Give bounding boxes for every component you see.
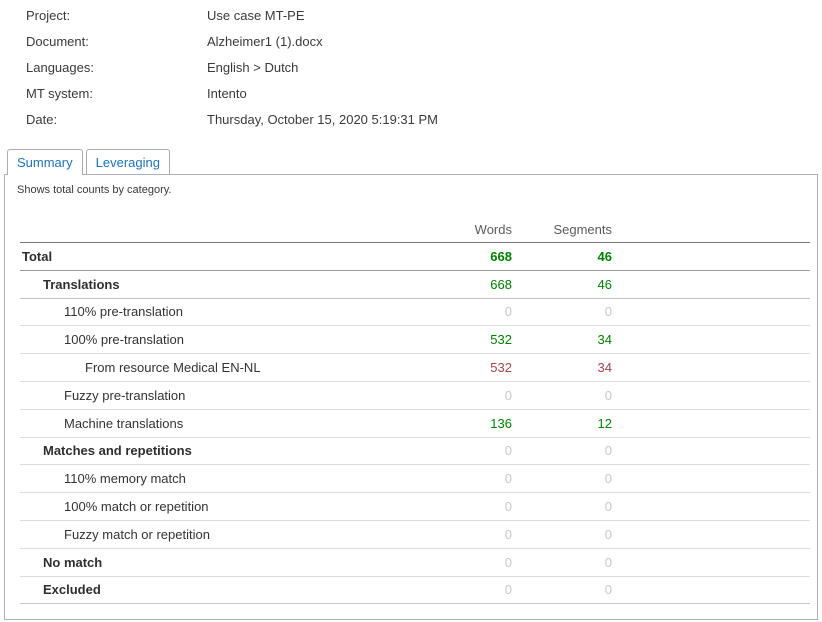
table-row: 110% pre-translation00 [20,299,810,327]
info-row: Date:Thursday, October 15, 2020 5:19:31 … [26,112,822,138]
row-category-label: Excluded [20,582,412,597]
table-body: Total66846Translations66846110% pre-tran… [20,243,810,604]
info-value: Intento [207,86,822,101]
row-segments-value: 0 [512,471,612,486]
row-segments-value: 12 [512,416,612,431]
info-label: Languages: [26,60,207,75]
row-words-value: 136 [412,416,512,431]
row-segments-value: 0 [512,582,612,597]
row-category-label: Fuzzy pre-translation [20,388,412,403]
row-segments-value: 0 [512,443,612,458]
row-words-value: 0 [412,304,512,319]
row-category-label: Translations [20,277,412,292]
row-segments-value: 34 [512,332,612,347]
row-words-value: 532 [412,332,512,347]
table-row: 100% pre-translation53234 [20,326,810,354]
row-segments-value: 34 [512,360,612,375]
table-row: Excluded00 [20,577,810,605]
table-row: Total66846 [20,243,810,271]
row-words-value: 532 [412,360,512,375]
table-row: Machine translations13612 [20,410,810,438]
row-words-value: 0 [412,582,512,597]
table-row: From resource Medical EN-NL53234 [20,354,810,382]
header-segments-column: Segments [512,222,612,237]
row-words-value: 0 [412,555,512,570]
info-value: English > Dutch [207,60,822,75]
row-segments-value: 46 [512,249,612,264]
table-row: Matches and repetitions00 [20,438,810,466]
row-category-label: 110% memory match [20,471,412,486]
row-category-label: From resource Medical EN-NL [20,360,412,375]
tab-leveraging[interactable]: Leveraging [86,149,170,174]
row-segments-value: 46 [512,277,612,292]
row-words-value: 0 [412,471,512,486]
row-words-value: 0 [412,388,512,403]
row-category-label: Machine translations [20,416,412,431]
row-segments-value: 0 [512,388,612,403]
table-row: Translations66846 [20,271,810,299]
row-segments-value: 0 [512,304,612,319]
summary-panel: Shows total counts by category. Words Se… [4,174,818,620]
table-row: 110% memory match00 [20,465,810,493]
info-value: Alzheimer1 (1).docx [207,34,822,49]
info-row: MT system:Intento [26,86,822,112]
table-row: Fuzzy pre-translation00 [20,382,810,410]
info-label: Document: [26,34,207,49]
tab-summary[interactable]: Summary [7,149,83,175]
row-words-value: 0 [412,443,512,458]
row-segments-value: 0 [512,555,612,570]
row-category-label: Total [20,249,412,264]
row-category-label: 110% pre-translation [20,304,412,319]
row-category-label: Fuzzy match or repetition [20,527,412,542]
info-row: Languages:English > Dutch [26,60,822,86]
table-row: 100% match or repetition00 [20,493,810,521]
info-label: MT system: [26,86,207,101]
info-row: Document:Alzheimer1 (1).docx [26,34,822,60]
table-row: No match00 [20,549,810,577]
report-info: Project:Use case MT-PEDocument:Alzheimer… [0,0,822,138]
info-row: Project:Use case MT-PE [26,8,822,34]
table-row: Fuzzy match or repetition00 [20,521,810,549]
table-header: Words Segments [20,217,810,243]
panel-description: Shows total counts by category. [5,175,817,196]
row-segments-value: 0 [512,499,612,514]
row-category-label: 100% match or repetition [20,499,412,514]
row-category-label: 100% pre-translation [20,332,412,347]
row-words-value: 0 [412,527,512,542]
header-words-column: Words [412,222,512,237]
row-segments-value: 0 [512,527,612,542]
info-value: Thursday, October 15, 2020 5:19:31 PM [207,112,822,127]
info-label: Project: [26,8,207,23]
tabs: SummaryLeveraging [7,149,822,174]
row-category-label: Matches and repetitions [20,443,412,458]
row-words-value: 668 [412,249,512,264]
row-category-label: No match [20,555,412,570]
row-words-value: 0 [412,499,512,514]
info-value: Use case MT-PE [207,8,822,23]
info-label: Date: [26,112,207,127]
counts-table: Words Segments Total66846Translations668… [20,217,810,604]
row-words-value: 668 [412,277,512,292]
